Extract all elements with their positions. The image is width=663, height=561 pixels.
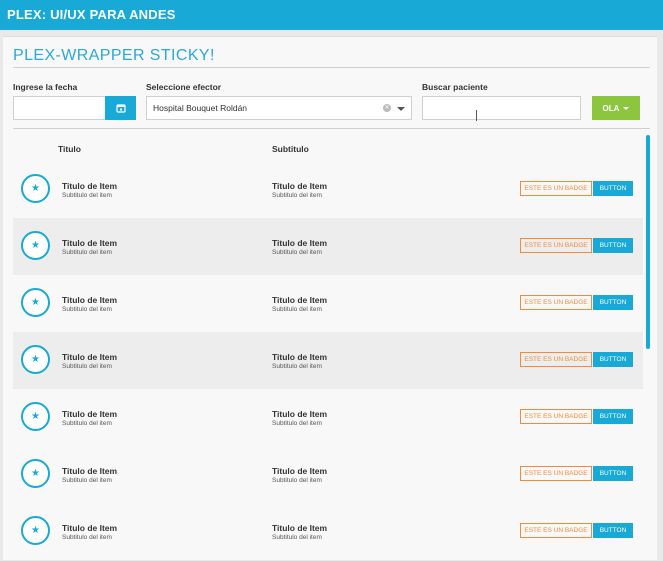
status-badge: ESTE ES UN BADGE: [520, 352, 592, 367]
item-subtitle-2: Subtitulo del item: [272, 420, 322, 427]
item-title-2: Titulo de Item: [272, 466, 328, 476]
filters-divider: [13, 128, 650, 129]
item-subtitle: Subtitulo del item: [62, 306, 112, 313]
item-title-2: Titulo de Item: [272, 409, 328, 419]
star-icon: ★: [21, 174, 50, 203]
item-title: Titulo de Item: [62, 352, 118, 362]
item-list: Titulo Subtitulo ★ Titulo de Item Subtit…: [13, 135, 643, 561]
item-subtitle: Subtitulo del item: [62, 363, 112, 370]
efector-selected-value: Hospital Bouquet Roldán: [153, 103, 248, 113]
item-title: Titulo de Item: [62, 295, 118, 305]
caret-down-icon: [623, 106, 630, 110]
ola-dropdown-button[interactable]: OLA: [592, 96, 640, 120]
plex-wrapper: PLEX-WRAPPER STICKY! Ingrese la fecha Se…: [3, 36, 657, 560]
item-title-2: Titulo de Item: [272, 523, 328, 533]
item-subtitle: Subtitulo del item: [62, 249, 112, 256]
text-cursor-icon: [476, 110, 477, 121]
status-badge: ESTE ES UN BADGE: [520, 409, 592, 424]
ola-label: OLA: [602, 103, 620, 113]
app-header: PLEX: UI/UX PARA ANDES: [0, 0, 663, 30]
item-title: Titulo de Item: [62, 181, 118, 191]
item-title: Titulo de Item: [62, 523, 118, 533]
star-icon: ★: [21, 231, 50, 260]
star-icon: ★: [21, 288, 50, 317]
item-subtitle: Subtitulo del item: [62, 192, 112, 199]
item-subtitle: Subtitulo del item: [62, 534, 112, 541]
column-header-titulo: Titulo: [58, 144, 81, 154]
date-input[interactable]: [13, 96, 106, 120]
item-subtitle-2: Subtitulo del item: [272, 249, 322, 256]
list-item[interactable]: ★ Titulo de Item Subtitulo del item Titu…: [13, 218, 643, 275]
item-title: Titulo de Item: [62, 409, 118, 419]
calendar-icon: [115, 104, 126, 113]
item-button[interactable]: BUTTON: [593, 352, 633, 367]
item-button[interactable]: BUTTON: [593, 523, 633, 538]
status-badge: ESTE ES UN BADGE: [520, 295, 592, 310]
item-title-2: Titulo de Item: [272, 352, 328, 362]
item-subtitle: Subtitulo del item: [62, 477, 112, 484]
item-subtitle-2: Subtitulo del item: [272, 306, 322, 313]
chevron-down-icon[interactable]: [397, 107, 405, 111]
star-icon: ★: [21, 345, 50, 374]
item-title-2: Titulo de Item: [272, 295, 328, 305]
item-button[interactable]: BUTTON: [593, 409, 633, 424]
efector-label: Seleccione efector: [146, 82, 222, 92]
status-badge: ESTE ES UN BADGE: [520, 523, 592, 538]
star-icon: ★: [21, 459, 50, 488]
status-badge: ESTE ES UN BADGE: [520, 181, 592, 196]
date-label: Ingrese la fecha: [13, 82, 78, 92]
paciente-search-input[interactable]: [422, 96, 581, 120]
item-button[interactable]: BUTTON: [593, 238, 633, 253]
wrapper-title: PLEX-WRAPPER STICKY!: [13, 47, 215, 64]
status-badge: ESTE ES UN BADGE: [520, 238, 592, 253]
item-title-2: Titulo de Item: [272, 238, 328, 248]
item-title: Titulo de Item: [62, 466, 118, 476]
star-icon: ★: [21, 402, 50, 431]
app-title: PLEX: UI/UX PARA ANDES: [7, 7, 176, 22]
efector-select[interactable]: Hospital Bouquet Roldán ✕: [146, 96, 412, 120]
item-subtitle: Subtitulo del item: [62, 420, 112, 427]
item-subtitle-2: Subtitulo del item: [272, 477, 322, 484]
star-icon: ★: [21, 516, 50, 545]
item-button[interactable]: BUTTON: [593, 295, 633, 310]
item-title: Titulo de Item: [62, 238, 118, 248]
item-button[interactable]: BUTTON: [593, 466, 633, 481]
title-divider: [13, 67, 650, 68]
clear-icon[interactable]: ✕: [383, 104, 391, 112]
item-button[interactable]: BUTTON: [593, 181, 633, 196]
column-header-subtitulo: Subtitulo: [272, 144, 309, 154]
list-item[interactable]: ★ Titulo de Item Subtitulo del item Titu…: [13, 275, 643, 332]
item-subtitle-2: Subtitulo del item: [272, 534, 322, 541]
item-title-2: Titulo de Item: [272, 181, 328, 191]
item-subtitle-2: Subtitulo del item: [272, 192, 322, 199]
status-badge: ESTE ES UN BADGE: [520, 466, 592, 481]
list-item[interactable]: ★ Titulo de Item Subtitulo del item Titu…: [13, 161, 643, 218]
paciente-label: Buscar paciente: [422, 82, 488, 92]
list-item[interactable]: ★ Titulo de Item Subtitulo del item Titu…: [13, 389, 643, 446]
list-item[interactable]: ★ Titulo de Item Subtitulo del item Titu…: [13, 332, 643, 389]
list-scrollbar[interactable]: [646, 135, 650, 349]
date-picker-button[interactable]: [105, 96, 136, 120]
item-subtitle-2: Subtitulo del item: [272, 363, 322, 370]
list-item[interactable]: ★ Titulo de Item Subtitulo del item Titu…: [13, 503, 643, 560]
list-item[interactable]: ★ Titulo de Item Subtitulo del item Titu…: [13, 446, 643, 503]
